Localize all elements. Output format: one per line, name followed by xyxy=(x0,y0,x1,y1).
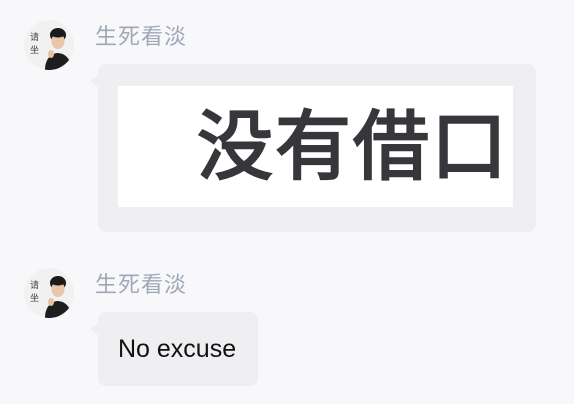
sender-avatar[interactable]: 请 坐 xyxy=(24,268,74,318)
message-bubble[interactable]: No excuse xyxy=(90,312,259,386)
message-text: No excuse xyxy=(118,334,237,363)
avatar-char-1: 请 xyxy=(30,31,39,43)
chat-message: 请 坐 生死看淡 没有借口 xyxy=(0,0,574,248)
sender-avatar[interactable]: 请 坐 xyxy=(24,20,74,70)
sender-name: 生死看淡 xyxy=(95,273,188,298)
sender-name: 生死看淡 xyxy=(95,25,188,50)
bubble-tail xyxy=(90,322,99,336)
avatar-image: 请 坐 xyxy=(24,268,74,318)
avatar-char-1: 请 xyxy=(30,279,39,291)
avatar-char-2: 坐 xyxy=(30,293,39,304)
chat-message: 请 坐 生死看淡 No excuse xyxy=(0,248,574,404)
avatar-image: 请 坐 xyxy=(24,20,74,70)
avatar-char-2: 坐 xyxy=(30,45,39,56)
message-bubble[interactable]: 没有借口 xyxy=(90,64,536,232)
sticker-image[interactable]: 没有借口 xyxy=(118,86,513,207)
bubble-tail xyxy=(90,74,99,88)
sticker-text: 没有借口 xyxy=(197,101,509,191)
